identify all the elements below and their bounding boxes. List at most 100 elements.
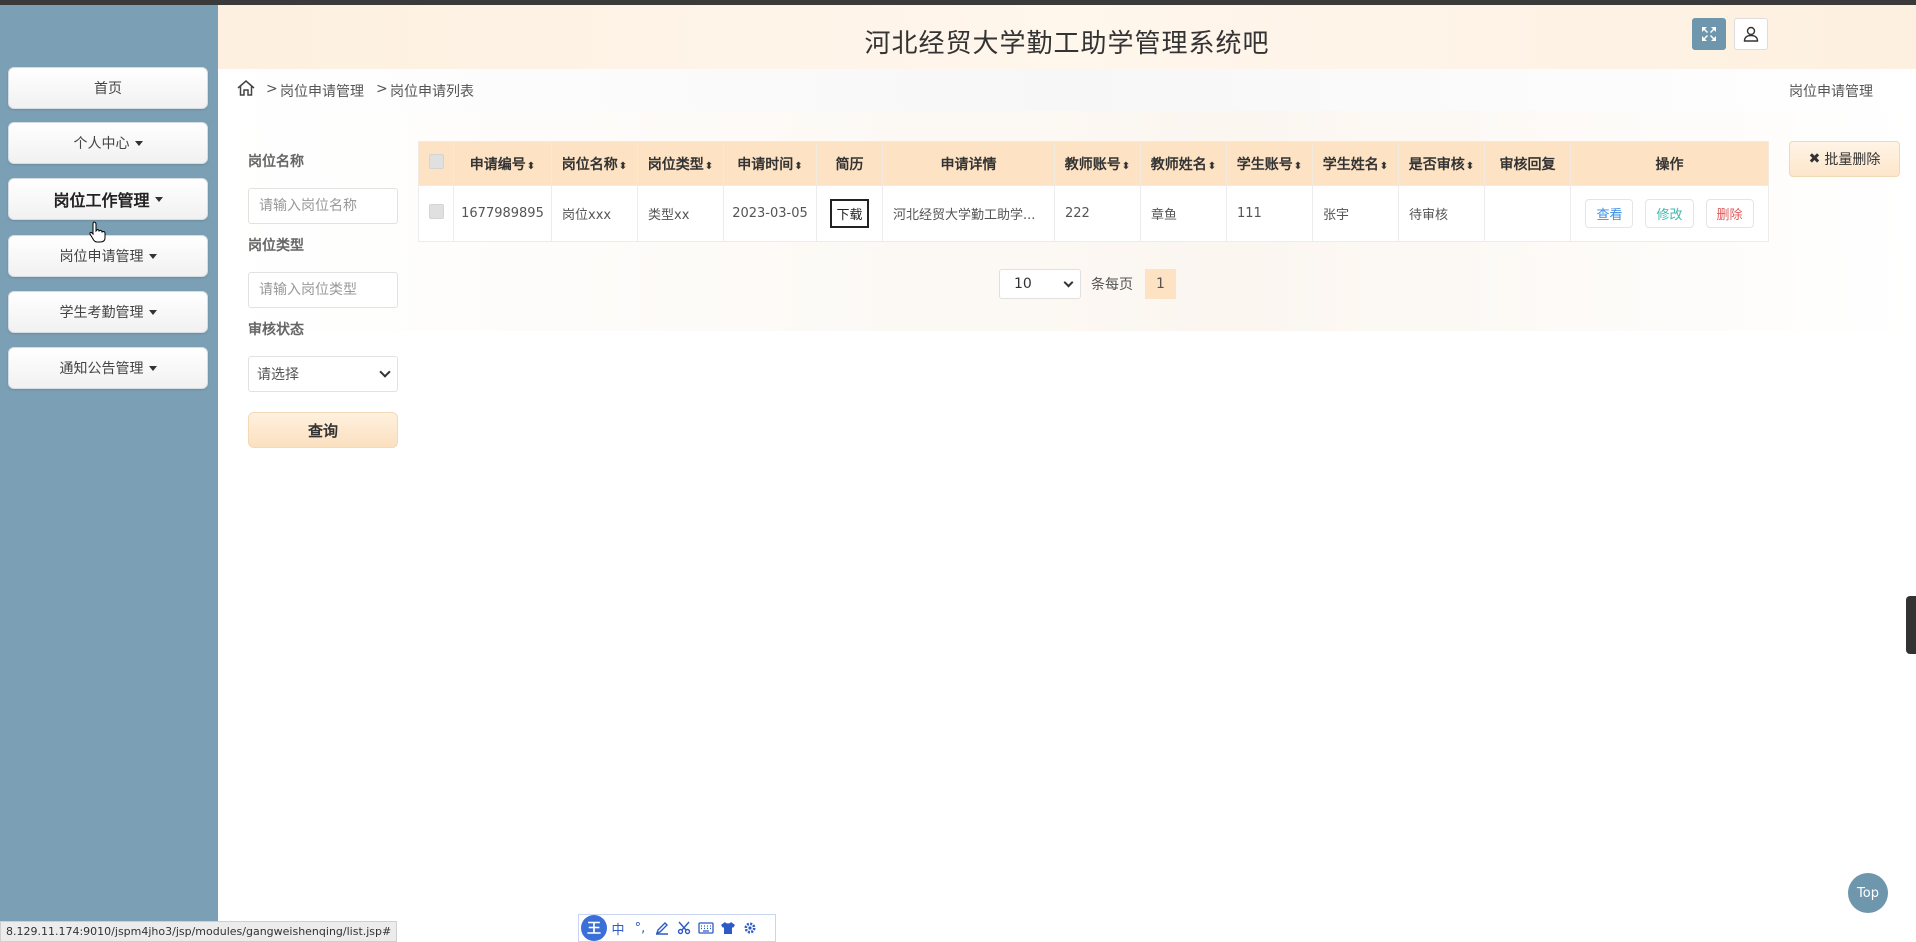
ime-toolbar: 王 中 °,	[578, 914, 776, 942]
caret-down-icon	[148, 365, 157, 371]
header-actions: 操作	[1570, 141, 1769, 186]
header-student-account[interactable]: 学生账号⬍	[1226, 141, 1313, 186]
home-icon[interactable]	[236, 78, 256, 98]
header-application-id[interactable]: 申请编号⬍	[453, 141, 552, 186]
sort-icon: ⬍	[704, 160, 714, 172]
page-size-value: 10	[1014, 276, 1032, 292]
delete-button[interactable]: 删除	[1705, 199, 1754, 228]
sort-icon: ⬍	[1207, 160, 1217, 172]
chevron-down-icon	[1063, 277, 1074, 287]
header-select-all	[418, 141, 454, 186]
sidebar-item-job-work-management[interactable]: 岗位工作管理	[8, 178, 208, 220]
hand-cursor-icon	[89, 221, 106, 243]
job-name-label: 岗位名称	[248, 154, 304, 170]
cell-student-name: 张宇	[1312, 185, 1399, 242]
header-job-type[interactable]: 岗位类型⬍	[637, 141, 724, 186]
cell-student-account: 111	[1226, 185, 1313, 242]
skin-shirt-icon[interactable]	[717, 918, 739, 938]
query-button[interactable]: 查询	[248, 412, 398, 448]
gear-icon-svg	[744, 922, 756, 934]
sort-icon: ⬍	[1465, 160, 1475, 172]
caret-down-icon	[134, 140, 143, 146]
caret-down-icon	[154, 196, 163, 202]
header: 河北经贸大学勤工助学管理系统吧	[218, 5, 1916, 69]
settings-gear-icon[interactable]	[739, 918, 761, 938]
sidebar-item-personal-center[interactable]: 个人中心	[8, 122, 208, 164]
job-type-label: 岗位类型	[248, 238, 304, 254]
review-status-label: 审核状态	[248, 322, 304, 338]
caret-down-icon	[148, 309, 157, 315]
side-edge-tab[interactable]	[1906, 596, 1916, 654]
review-status-select[interactable]: 请选择	[248, 356, 398, 392]
header-resume: 简历	[816, 141, 883, 186]
select-all-checkbox[interactable]	[428, 154, 444, 169]
breadcrumb-item-application-list: 岗位申请列表	[390, 84, 474, 100]
batch-delete-button[interactable]: ✖ 批量删除	[1789, 141, 1900, 177]
breadcrumb-separator: >	[376, 81, 388, 97]
sidebar-item-label: 岗位工作管理	[53, 191, 150, 210]
cell-teacher-name: 章鱼	[1140, 185, 1227, 242]
header-student-name[interactable]: 学生姓名⬍	[1312, 141, 1399, 186]
sort-icon: ⬍	[1293, 160, 1303, 172]
row-checkbox[interactable]	[428, 204, 444, 219]
per-page-label: 条每页	[1091, 277, 1133, 293]
download-resume-button[interactable]: 下载	[830, 199, 869, 228]
scissors-icon-svg	[677, 921, 691, 935]
breadcrumb-item-application-management[interactable]: 岗位申请管理	[280, 81, 364, 101]
ime-logo-icon[interactable]: 王	[581, 915, 607, 941]
job-type-input[interactable]	[248, 272, 398, 308]
row-select-cell	[418, 185, 454, 242]
header-review-status[interactable]: 是否审核⬍	[1398, 141, 1485, 186]
sidebar-item-home[interactable]: 首页	[8, 67, 208, 109]
pen-icon-svg	[655, 922, 668, 935]
sort-icon: ⬍	[1121, 160, 1131, 172]
expand-icon	[1702, 27, 1716, 41]
batch-delete-label: 批量删除	[1824, 152, 1881, 168]
cell-review-status: 待审核	[1398, 185, 1485, 242]
scissors-icon[interactable]	[673, 918, 695, 938]
header-teacher-account[interactable]: 教师账号⬍	[1054, 141, 1141, 186]
review-status-selected: 请选择	[257, 367, 299, 383]
cell-job-name: 岗位xxx	[551, 185, 638, 242]
cell-resume: 下载	[816, 185, 883, 242]
job-name-input[interactable]	[248, 188, 398, 224]
sort-icon: ⬍	[794, 160, 803, 172]
header-teacher-name[interactable]: 教师姓名⬍	[1140, 141, 1227, 186]
user-button[interactable]	[1734, 18, 1768, 50]
sidebar-item-label: 学生考勤管理	[59, 305, 144, 321]
sort-icon: ⬍	[618, 160, 628, 172]
sidebar-item-notice-management[interactable]: 通知公告管理	[8, 347, 208, 389]
sidebar-item-job-application-management[interactable]: 岗位申请管理	[8, 235, 208, 277]
view-button[interactable]: 查看	[1585, 199, 1634, 228]
sort-icon: ⬍	[1379, 160, 1389, 172]
page-number-button[interactable]: 1	[1145, 269, 1176, 299]
edit-button[interactable]: 修改	[1645, 199, 1694, 228]
table-row: 1677989895 岗位xxx 类型xx 2023-03-05 下载 河北经贸…	[418, 185, 1769, 242]
cell-review-reply	[1484, 185, 1571, 242]
pen-icon[interactable]	[651, 918, 673, 938]
breadcrumb-separator: >	[266, 81, 278, 97]
ime-punctuation-toggle[interactable]: °,	[629, 918, 651, 938]
header-apply-time[interactable]: 申请时间⬍	[723, 141, 817, 186]
sidebar-item-label: 岗位申请管理	[59, 249, 144, 265]
page-size-select[interactable]: 10	[999, 269, 1081, 299]
back-to-top-button[interactable]: Top	[1848, 873, 1888, 913]
table-header-row: 申请编号⬍ 岗位名称⬍ 岗位类型⬍ 申请时间⬍ 简历 申请详情 教师账号⬍ 教师…	[418, 141, 1769, 186]
close-icon: ✖	[1808, 151, 1821, 167]
cell-detail: 河北经贸大学勤工助学...	[882, 185, 1055, 242]
ime-mode-toggle[interactable]: 中	[607, 918, 629, 938]
sidebar: 首页 个人中心 岗位工作管理 岗位申请管理 学生考勤管理 通知公告管理	[0, 5, 218, 942]
keyboard-icon[interactable]	[695, 918, 717, 938]
status-bar-url: 8.129.11.174:9010/jspm4jho3/jsp/modules/…	[0, 921, 398, 942]
page-title: 河北经贸大学勤工助学管理系统吧	[864, 29, 1270, 59]
sidebar-item-label: 个人中心	[73, 136, 130, 152]
sidebar-item-attendance-management[interactable]: 学生考勤管理	[8, 291, 208, 333]
header-review-reply: 审核回复	[1484, 141, 1571, 186]
keyboard-icon-svg	[698, 922, 714, 934]
header-job-name[interactable]: 岗位名称⬍	[551, 141, 638, 186]
user-icon	[1743, 26, 1759, 42]
sidebar-item-label: 首页	[94, 81, 122, 97]
cell-job-type: 类型xx	[637, 185, 724, 242]
fullscreen-button[interactable]	[1692, 18, 1726, 50]
application-table: 申请编号⬍ 岗位名称⬍ 岗位类型⬍ 申请时间⬍ 简历 申请详情 教师账号⬍ 教师…	[418, 141, 1769, 242]
